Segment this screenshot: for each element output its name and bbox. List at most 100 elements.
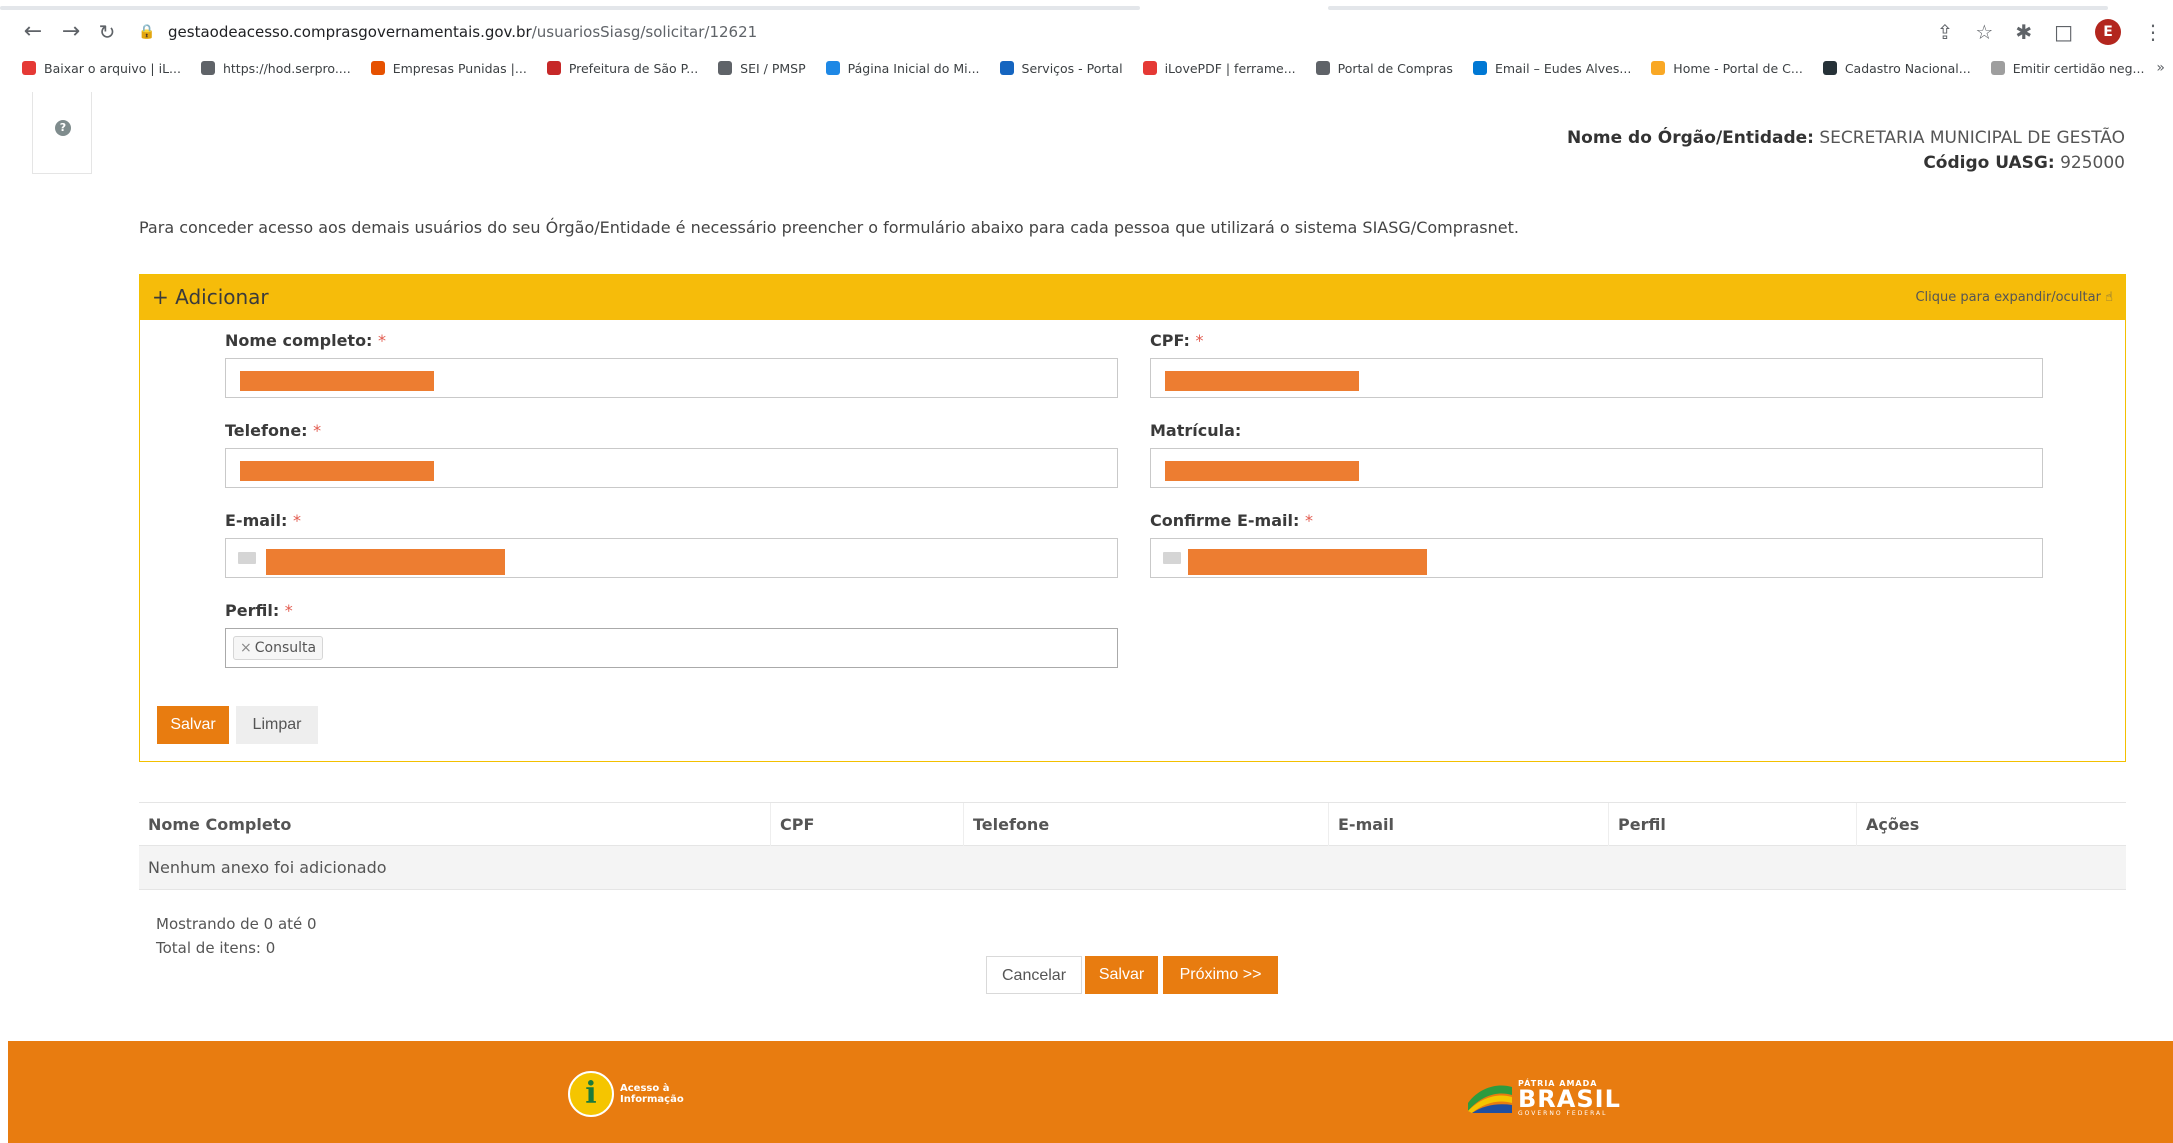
bookmark-item[interactable]: Empresas Punidas |... bbox=[370, 61, 527, 76]
intro-text: Para conceder acesso aos demais usuários… bbox=[139, 218, 1519, 237]
panel-header[interactable]: + Adicionar Clique para expandir/ocultar… bbox=[140, 275, 2125, 320]
perfil-label-text: Perfil: bbox=[225, 601, 280, 620]
expand-toggle[interactable]: Clique para expandir/ocultar ☝ bbox=[1915, 275, 2113, 320]
column-header[interactable]: Perfil bbox=[1609, 803, 1857, 847]
bookmark-favicon-icon bbox=[1315, 61, 1330, 75]
required-marker: * bbox=[1304, 511, 1313, 530]
bookmarks-bar: Baixar o arquivo | iL... https://hod.serp… bbox=[0, 52, 2173, 84]
redacted-value bbox=[240, 371, 434, 391]
bookmark-label: Cadastro Nacional... bbox=[1844, 60, 1971, 76]
bookmark-item[interactable]: Email – Eudes Alves... bbox=[1472, 61, 1631, 76]
cancelar-button[interactable]: Cancelar bbox=[986, 956, 1082, 994]
bookmark-item[interactable]: Página Inicial do Mi... bbox=[825, 60, 980, 76]
perfil-select[interactable]: × Consulta bbox=[225, 628, 1118, 668]
cpf-label: CPF: * bbox=[1150, 331, 1204, 350]
profile-avatar[interactable]: E bbox=[2095, 19, 2121, 45]
tab-indicator bbox=[1328, 6, 2108, 10]
brasil-text: PÁTRIA AMADA BRASIL GOVERNO FEDERAL bbox=[1518, 1079, 1621, 1117]
bookmark-item[interactable]: Baixar o arquivo | iL... bbox=[22, 61, 181, 76]
confirme-email-label-text: Confirme E-mail: bbox=[1150, 511, 1300, 530]
proximo-button[interactable]: Próximo >> bbox=[1163, 956, 1278, 994]
bookmark-favicon-icon bbox=[999, 61, 1014, 75]
help-icon[interactable]: ? bbox=[55, 120, 71, 136]
bookmark-item[interactable]: Portal de Compras bbox=[1315, 60, 1453, 76]
menu-icon[interactable]: ⋮ bbox=[2143, 20, 2163, 44]
bookmark-item[interactable]: SEI / PMSP bbox=[718, 61, 806, 76]
bookmark-label: Portal de Compras bbox=[1337, 60, 1453, 76]
patria-amada-brasil-logo: PÁTRIA AMADA BRASIL GOVERNO FEDERAL bbox=[1466, 1079, 1621, 1117]
redacted-value bbox=[240, 461, 434, 481]
acesso-informacao-logo[interactable]: i Acesso à Informação bbox=[568, 1071, 684, 1117]
bookmark-item[interactable]: https://hod.serpro.... bbox=[200, 60, 351, 76]
column-header: Ações bbox=[1866, 815, 1920, 834]
telefone-label-text: Telefone: bbox=[225, 421, 308, 440]
lock-icon: 🔒 bbox=[138, 24, 156, 40]
url-path: /usuariosSiasg/solicitar/12621 bbox=[531, 23, 758, 41]
salvar-button[interactable]: Salvar bbox=[1085, 956, 1158, 994]
matricula-label-text: Matrícula: bbox=[1150, 421, 1242, 440]
tab-strip bbox=[0, 0, 2173, 12]
matricula-input[interactable] bbox=[1150, 448, 2043, 488]
bookmark-item[interactable]: Cadastro Nacional... bbox=[1822, 60, 1971, 76]
acesso-line1: Acesso à bbox=[620, 1083, 670, 1094]
column-header[interactable]: Telefone bbox=[964, 803, 1329, 847]
url-field[interactable]: gestaodeacesso.comprasgovernamentais.gov… bbox=[168, 12, 757, 52]
brazil-flag-icon bbox=[1468, 1085, 1512, 1113]
bookmark-item[interactable]: Home - Portal de C... bbox=[1651, 61, 1803, 76]
confirme-email-input[interactable] bbox=[1150, 538, 2043, 578]
showing-text: Mostrando de 0 até 0 bbox=[156, 915, 317, 933]
bookmark-favicon-icon bbox=[200, 61, 215, 75]
reload-icon[interactable]: ↻ bbox=[92, 12, 122, 52]
remove-tag-icon[interactable]: × bbox=[240, 640, 252, 656]
email-input[interactable] bbox=[225, 538, 1118, 578]
add-user-panel: + Adicionar Clique para expandir/ocultar… bbox=[139, 274, 2126, 762]
bookmark-item[interactable]: Serviços - Portal bbox=[999, 61, 1123, 76]
pagination-info: Mostrando de 0 até 0 Total de itens: 0 bbox=[156, 912, 317, 960]
uasg-value: 925000 bbox=[2054, 153, 2125, 173]
bookmark-favicon-icon bbox=[825, 61, 840, 75]
footer: i Acesso à Informação PÁTRIA AMADA BRASI… bbox=[8, 1041, 2173, 1143]
perfil-tag[interactable]: × Consulta bbox=[233, 636, 324, 660]
sidepanel-icon[interactable]: □ bbox=[2054, 20, 2073, 44]
bookmark-favicon-icon bbox=[22, 61, 36, 75]
org-label: Nome do Órgão/Entidade: bbox=[1566, 128, 1814, 148]
brasil-sub: GOVERNO FEDERAL bbox=[1518, 1110, 1608, 1117]
cpf-label-text: CPF: bbox=[1150, 331, 1190, 350]
bookmark-item[interactable]: Prefeitura de São P... bbox=[546, 61, 698, 76]
tab-indicator bbox=[0, 6, 1140, 10]
bookmark-favicon-icon bbox=[1651, 61, 1666, 75]
column-header[interactable]: E-mail bbox=[1329, 803, 1609, 847]
bookmark-label: Baixar o arquivo | iL... bbox=[44, 60, 181, 76]
nome-label-text: Nome completo: bbox=[225, 331, 373, 350]
org-info: Nome do Órgão/Entidade: SECRETARIA MUNIC… bbox=[1567, 126, 2125, 176]
bookmark-label: Página Inicial do Mi... bbox=[847, 60, 980, 76]
bookmark-favicon-icon bbox=[370, 61, 385, 75]
bookmarks-overflow-icon[interactable]: » bbox=[2156, 52, 2165, 84]
column-header[interactable]: Nome Completo bbox=[139, 803, 771, 847]
arrow-right-icon[interactable]: → bbox=[56, 12, 86, 52]
star-icon[interactable]: ☆ bbox=[1975, 20, 1993, 44]
share-icon[interactable]: ⇪ bbox=[1937, 20, 1954, 44]
telefone-input[interactable] bbox=[225, 448, 1118, 488]
salvar-form-button[interactable]: Salvar bbox=[157, 706, 229, 744]
envelope-icon bbox=[238, 552, 256, 564]
envelope-icon bbox=[1163, 552, 1181, 564]
cpf-input[interactable] bbox=[1150, 358, 2043, 398]
acesso-line2: Informação bbox=[620, 1094, 684, 1105]
extensions-icon[interactable]: ✱ bbox=[2015, 20, 2032, 44]
panel-title[interactable]: + Adicionar bbox=[152, 275, 269, 320]
redacted-value bbox=[1165, 461, 1359, 481]
arrow-left-icon[interactable]: ← bbox=[18, 12, 48, 52]
bookmark-label: https://hod.serpro.... bbox=[222, 60, 351, 76]
total-text: Total de itens: 0 bbox=[156, 939, 276, 957]
bookmark-favicon-icon bbox=[546, 61, 561, 75]
limpar-button[interactable]: Limpar bbox=[236, 706, 318, 744]
bookmark-item[interactable]: iLovePDF | ferrame... bbox=[1142, 61, 1296, 76]
info-icon: i bbox=[568, 1071, 614, 1117]
table-header: Nome Completo CPF Telefone E-mail Perfil… bbox=[139, 802, 2126, 847]
bookmark-item[interactable]: Emitir certidão neg... bbox=[1990, 61, 2144, 76]
bookmark-favicon-icon bbox=[1990, 61, 2005, 75]
column-header[interactable]: CPF bbox=[771, 803, 964, 847]
confirme-email-label: Confirme E-mail: * bbox=[1150, 511, 1313, 530]
nome-input[interactable] bbox=[225, 358, 1118, 398]
